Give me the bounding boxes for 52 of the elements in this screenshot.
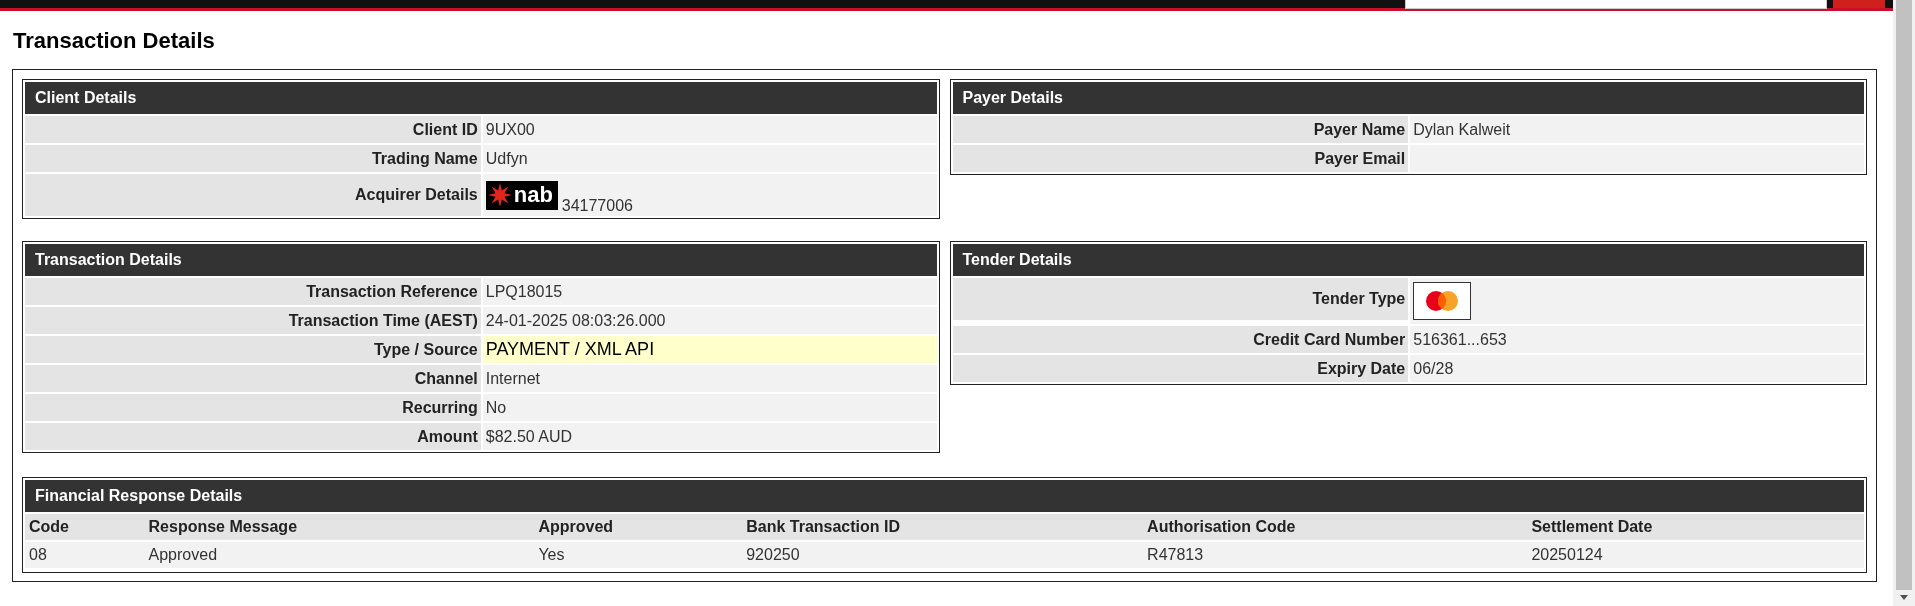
card-logo-icon — [1413, 282, 1472, 320]
scrollbar-thumb[interactable] — [1896, 0, 1912, 590]
field-value: 9UX00 — [482, 116, 937, 143]
star-icon — [487, 183, 512, 207]
column-header: Bank Transaction ID — [742, 514, 1144, 540]
acquirer-number: 34177006 — [561, 196, 633, 216]
field-label: Payer Name — [952, 116, 1409, 143]
field-label: Expiry Date — [952, 355, 1409, 382]
field-value: Internet — [482, 365, 937, 392]
panel-header: Financial Response Details — [25, 480, 1864, 512]
field-value: $82.50 AUD — [482, 423, 937, 450]
column-header: Approved — [534, 514, 743, 540]
field-label: Recurring — [25, 394, 481, 421]
field-label: Transaction Reference — [25, 278, 481, 305]
field-label: Client ID — [25, 116, 481, 143]
field-label: Tender Type — [952, 278, 1409, 320]
panel-header: Payer Details — [952, 82, 1864, 114]
field-label: Trading Name — [25, 145, 481, 172]
column-header: Code — [25, 514, 145, 540]
column-header: Settlement Date — [1527, 514, 1864, 540]
field-value: 06/28 — [1410, 355, 1864, 382]
table-cell: Approved — [144, 542, 535, 568]
header-button[interactable] — [1833, 0, 1885, 8]
field-value: 516361...653 — [1410, 326, 1864, 353]
field-value: 24-01-2025 08:03:26.000 — [482, 307, 937, 334]
table-cell: 920250 — [742, 542, 1144, 568]
panel-header: Client Details — [25, 82, 937, 114]
field-value: PAYMENT / XML API — [482, 336, 937, 363]
column-header: Authorisation Code — [1143, 514, 1528, 540]
input-field[interactable] — [1405, 0, 1827, 9]
column-header: Response Message — [144, 514, 535, 540]
field-label: Acquirer Details — [25, 174, 481, 216]
field-label: Amount — [25, 423, 481, 450]
field-label: Channel — [25, 365, 481, 392]
page-title: Transaction Details — [12, 27, 216, 55]
field-label: Credit Card Number — [952, 326, 1409, 353]
table-cell: 20250124 — [1527, 542, 1864, 568]
scroll-down-icon[interactable] — [1900, 595, 1908, 600]
field-label: Transaction Time (AEST) — [25, 307, 481, 334]
panel-header: Transaction Details — [25, 244, 937, 276]
field-label: Type / Source — [25, 336, 481, 363]
table-cell: Yes — [534, 542, 743, 568]
acquirer-logo: nab — [485, 180, 558, 210]
panel-header: Tender Details — [952, 244, 1864, 276]
table-cell: 08 — [25, 542, 145, 568]
field-value: Dylan Kalweit — [1410, 116, 1864, 143]
table-cell: R47813 — [1143, 542, 1528, 568]
field-value: Udfyn — [482, 145, 937, 172]
field-label: Payer Email — [952, 145, 1409, 172]
field-value: No — [482, 394, 937, 421]
field-value: LPQ18015 — [482, 278, 937, 305]
scrollbar[interactable] — [1893, 0, 1915, 606]
